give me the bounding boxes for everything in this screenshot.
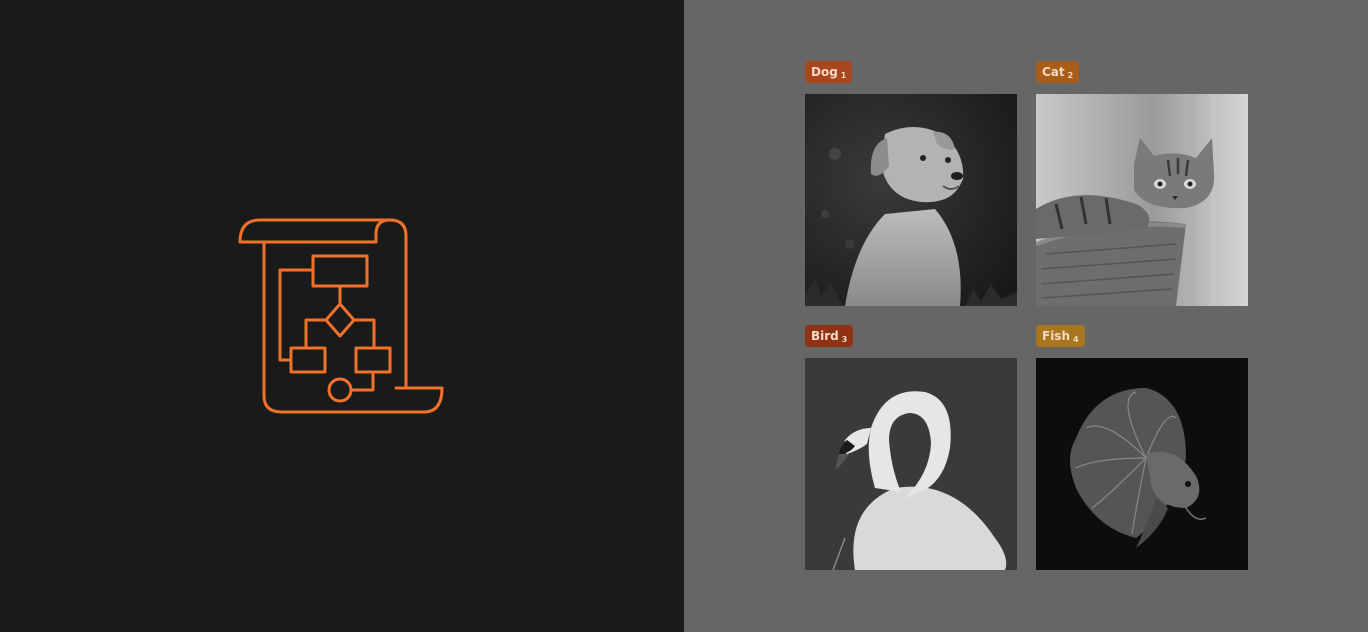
tag-label: Dog <box>811 65 838 79</box>
left-panel <box>0 0 684 632</box>
tag-index: 3 <box>841 334 848 344</box>
tag-index: 4 <box>1073 334 1079 344</box>
canvas: Dog 1 Cat 2 Bird 3 Fish 4 <box>0 0 1368 632</box>
swan-photo <box>805 358 1017 570</box>
tag-index: 2 <box>1067 70 1074 80</box>
tag-label: Bird <box>811 329 839 343</box>
label-tag-dog: Dog 1 <box>805 61 853 83</box>
label-tag-bird: Bird 3 <box>805 325 854 347</box>
tag-label: Cat <box>1042 65 1065 79</box>
cat-photo <box>1036 94 1248 306</box>
tag-label: Fish <box>1042 329 1070 343</box>
label-tag-cat: Cat 2 <box>1036 61 1080 83</box>
right-panel: Dog 1 Cat 2 Bird 3 Fish 4 <box>684 0 1368 632</box>
tag-index: 1 <box>840 70 847 80</box>
flowchart-scroll-icon <box>238 218 444 414</box>
betta-fish-photo <box>1036 358 1248 570</box>
label-tag-fish: Fish 4 <box>1036 325 1085 347</box>
dog-photo <box>805 94 1017 306</box>
